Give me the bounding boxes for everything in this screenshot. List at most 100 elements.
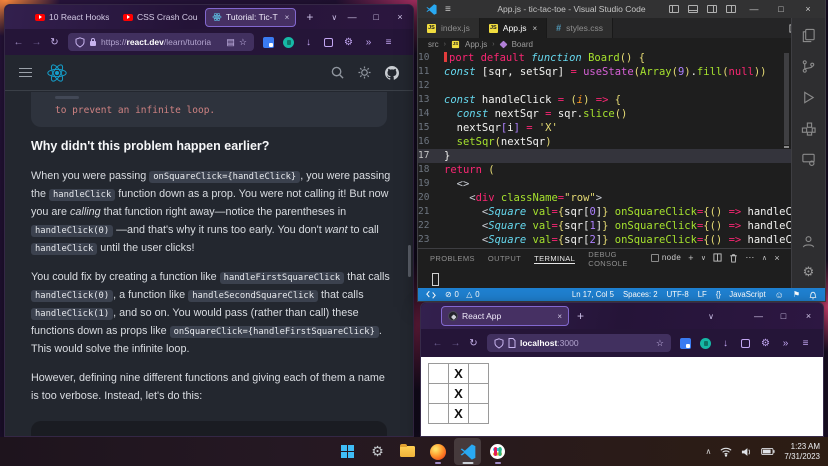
- eol-setting[interactable]: LF: [698, 290, 707, 299]
- pocket-icon[interactable]: [741, 339, 750, 348]
- url-text[interactable]: https://react.dev/learn/tutoria: [101, 37, 211, 47]
- list-tabs-chevron-icon[interactable]: ∨: [708, 312, 714, 321]
- github-icon[interactable]: [385, 66, 399, 80]
- gear-icon[interactable]: ⚙: [756, 338, 775, 349]
- overflow-chevrons-icon[interactable]: »: [359, 37, 378, 48]
- code-line-18[interactable]: 18return (: [418, 163, 792, 177]
- breadcrumb[interactable]: src › JS App.js › Board: [418, 38, 825, 51]
- shield-icon[interactable]: [75, 37, 85, 48]
- bookmark-star-icon[interactable]: ☆: [239, 37, 247, 48]
- tray-chevron-up-icon[interactable]: ∧: [706, 447, 712, 456]
- minimize-button[interactable]: —: [745, 4, 763, 14]
- back-button[interactable]: ←: [10, 37, 27, 48]
- code-line-11[interactable]: 11const [sqr, setSqr] = useState(Array(9…: [418, 65, 792, 79]
- panel-tab-terminal-active[interactable]: TERMINAL: [534, 252, 575, 264]
- breadcrumb-file[interactable]: App.js: [465, 40, 487, 49]
- code-line-20[interactable]: 20 <div className="row">: [418, 191, 792, 205]
- line-number[interactable]: 16: [418, 135, 444, 149]
- code-line-17[interactable]: 17}: [418, 149, 792, 163]
- split-terminal-icon[interactable]: [713, 253, 722, 262]
- flag-icon[interactable]: ⚑: [793, 290, 800, 299]
- reader-mode-icon[interactable]: ▤: [226, 37, 235, 48]
- extension-blue-icon[interactable]: [680, 338, 691, 349]
- list-tabs-chevron-icon[interactable]: ∨: [331, 13, 337, 22]
- line-number[interactable]: 21: [418, 205, 444, 219]
- code-line-13[interactable]: 13const handleClick = (i) => {: [418, 93, 792, 107]
- account-icon[interactable]: [801, 234, 816, 249]
- maximize-panel-icon[interactable]: ∧: [762, 254, 768, 262]
- shield-icon[interactable]: [494, 338, 504, 349]
- browser-tab-react-app-active[interactable]: React App ×: [441, 306, 569, 326]
- back-button[interactable]: ←: [429, 338, 446, 349]
- speaker-icon[interactable]: [741, 447, 752, 457]
- ttt-square[interactable]: [469, 404, 489, 424]
- toggle-panel-icon[interactable]: [688, 5, 698, 13]
- close-panel-icon[interactable]: ×: [774, 253, 780, 263]
- panel-tab-output[interactable]: OUTPUT: [488, 252, 521, 263]
- code-line-15[interactable]: 15 nextSqr[i] = 'X': [418, 121, 792, 135]
- close-button[interactable]: ×: [799, 4, 817, 14]
- url-text[interactable]: localhost:3000: [520, 338, 579, 348]
- hamburger-menu-icon[interactable]: [19, 68, 32, 78]
- line-number[interactable]: 10: [418, 51, 444, 65]
- taskbar-slack[interactable]: [484, 438, 511, 465]
- code-line-19[interactable]: 19 <>: [418, 177, 792, 191]
- line-number[interactable]: 17: [418, 149, 444, 163]
- line-number[interactable]: 18: [418, 163, 444, 177]
- ttt-square[interactable]: [429, 404, 449, 424]
- editor-scrollbar[interactable]: [784, 53, 789, 145]
- forward-button[interactable]: →: [447, 338, 464, 349]
- wifi-icon[interactable]: [720, 447, 732, 457]
- remote-indicator-icon[interactable]: [426, 290, 436, 299]
- code-line-16[interactable]: 16 setSqr(nextSqr): [418, 135, 792, 149]
- ttt-square[interactable]: X: [449, 404, 469, 424]
- toggle-sidebar-icon[interactable]: [669, 5, 679, 13]
- reload-button[interactable]: ↻: [465, 338, 482, 349]
- code-line-10[interactable]: 10port default function Board() {: [418, 51, 792, 65]
- source-control-icon[interactable]: [801, 59, 816, 74]
- code-line-21[interactable]: 21 <Square val={sqr[0]} onSquareClick={(…: [418, 205, 792, 219]
- cursor-position[interactable]: Ln 17, Col 5: [572, 290, 614, 299]
- notifications-bell-icon[interactable]: [809, 290, 817, 300]
- new-terminal-icon[interactable]: +: [688, 253, 694, 263]
- overflow-chevrons-icon[interactable]: »: [776, 338, 795, 349]
- minimize-button[interactable]: —: [341, 6, 363, 28]
- vscode-menu-icon[interactable]: ≡: [445, 4, 451, 15]
- menu-icon[interactable]: ≡: [379, 37, 398, 48]
- battery-icon[interactable]: [761, 447, 775, 456]
- extension-blue-icon[interactable]: [263, 37, 274, 48]
- extensions-icon[interactable]: [801, 121, 816, 136]
- terminal-profile-badge[interactable]: node: [651, 253, 681, 262]
- breadcrumb-symbol[interactable]: Board: [512, 40, 533, 49]
- address-bar[interactable]: localhost:3000 ☆: [487, 334, 671, 352]
- ttt-square[interactable]: X: [449, 384, 469, 404]
- pocket-icon[interactable]: [324, 38, 333, 47]
- maximize-button[interactable]: □: [772, 4, 790, 14]
- code-line-23[interactable]: 23 <Square val={sqr[2]} onSquareClick={(…: [418, 233, 792, 247]
- ttt-square[interactable]: [469, 364, 489, 384]
- line-number[interactable]: 11: [418, 65, 444, 79]
- tray-clock[interactable]: 1:23 AM7/31/2023: [784, 442, 820, 461]
- downloads-icon[interactable]: ↓: [716, 338, 735, 349]
- tab-close-icon[interactable]: ×: [557, 312, 562, 321]
- ttt-square[interactable]: [469, 384, 489, 404]
- browser-tab-react-hooks[interactable]: 10 React Hooks: [29, 8, 115, 27]
- indent-setting[interactable]: Spaces: 2: [623, 290, 658, 299]
- toggle-secondary-sidebar-icon[interactable]: [707, 5, 717, 13]
- ttt-square[interactable]: [429, 364, 449, 384]
- close-button[interactable]: ×: [796, 305, 821, 327]
- line-number[interactable]: 15: [418, 121, 444, 135]
- tab-close-icon[interactable]: ×: [285, 13, 290, 22]
- menu-icon[interactable]: ≡: [796, 338, 815, 349]
- more-actions-icon[interactable]: ⋯: [745, 252, 754, 263]
- start-button[interactable]: [334, 438, 361, 465]
- reload-button[interactable]: ↻: [46, 37, 63, 48]
- line-number[interactable]: 23: [418, 233, 444, 247]
- address-bar[interactable]: https://react.dev/learn/tutoria ▤ ☆: [68, 33, 254, 51]
- panel-tab-debug-console[interactable]: DEBUG CONSOLE: [588, 248, 638, 268]
- new-tab-button[interactable]: +: [306, 10, 313, 24]
- editor-tab-indexjs[interactable]: JS index.js: [418, 18, 480, 38]
- kill-terminal-trash-icon[interactable]: [729, 253, 738, 263]
- new-tab-button[interactable]: +: [577, 309, 584, 323]
- forward-button[interactable]: →: [28, 37, 45, 48]
